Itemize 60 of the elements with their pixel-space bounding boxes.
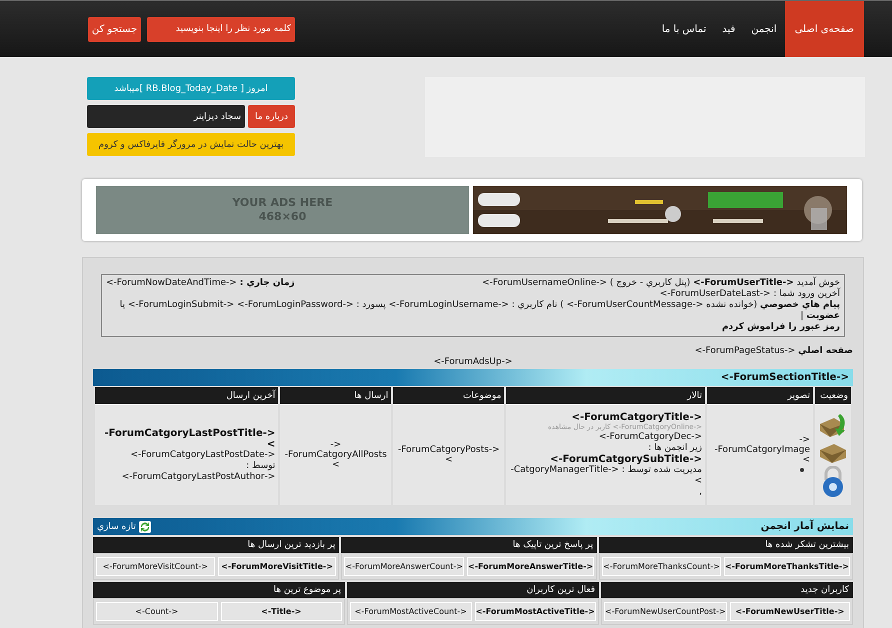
table-cell: <-Title-> (220, 602, 342, 621)
lock-icon (821, 466, 845, 498)
last-login-text: آخرین ورود شما : <-ForumUserDateLast-> (658, 289, 840, 300)
column-header: وضعیت (815, 387, 851, 404)
stats-header: پر پاسخ ترین تاپیک ها (341, 537, 598, 553)
column-header: تالار (506, 387, 705, 404)
table-cell: <-ForumMoreVisitTitle-> (218, 557, 336, 576)
manager-text: مدیریت شده توسط : <-CatgoryManagerTitle-> (510, 465, 702, 487)
about-button[interactable]: درباره ما (248, 105, 295, 128)
table-cell: <-ForumNewUserTitle-> (730, 602, 850, 621)
time-label: زمان جاري : (240, 278, 295, 288)
refresh-icon (138, 520, 151, 532)
table-cell: <-ForumCatgoryAllPosts-> (280, 404, 392, 505)
search-field[interactable]: کلمه مورد نظر را اینجا بنویسید (147, 16, 295, 42)
table-cell: <-ForumMoreVisitCount-> (96, 557, 215, 576)
section-title: <-ForumSectionTitle-> (93, 369, 853, 386)
forgot-password-link[interactable]: رمز عبور را فراموش کردم (106, 322, 840, 333)
column-header: ارسال ها (280, 387, 392, 404)
nav-tab[interactable]: تماس با ما (654, 1, 714, 57)
nav-tab[interactable]: صفحه‌ی اصلی (784, 1, 864, 57)
table-cell: <-ForumMoreThanksCount-> (602, 557, 721, 576)
login-line: پیام هاي خصوصي (خوانده نشده <-ForumUserCountMessage-> ) نام کاربري : <-ForumLoginUsername-> پسورد : <-ForumLoginSubmit-> <-ForumLoginPassword-> یا عضویت | (118, 300, 840, 322)
author-name: سجاد دیزاینر (87, 105, 245, 128)
last-post-title: <-ForumCatgoryLastPostTitle-> (103, 428, 276, 450)
column-header: آخرین ارسال (95, 387, 278, 404)
last-post-author: <-ForumCatgoryLastPostAuthor-> (120, 472, 276, 482)
nav-tab[interactable]: فید (714, 1, 744, 57)
table-cell: <-ForumNewUserCountPost-> (604, 602, 727, 621)
stats-header: بیشترین تشکر شده ها (599, 537, 853, 553)
stats-header: پر موضوع ترین ها (93, 582, 345, 598)
column-header: موضوعات (393, 387, 504, 404)
table-cell: <-ForumMoreAnswerCount-> (344, 557, 464, 576)
table-cell: <-Count-> (96, 602, 218, 621)
last-post-date: <-ForumCatgoryLastPostDate-> (130, 450, 276, 460)
column-header: تصویر (707, 387, 813, 404)
nav-tab[interactable]: انجمن (743, 1, 785, 57)
table-cell: <-ForumCatgoryPosts-> (393, 404, 504, 505)
separator-text: , (698, 487, 702, 498)
box-arrow-icon (818, 412, 848, 438)
table-cell: <-ForumMoreThanksTitle-> (724, 557, 850, 576)
table-cell: <-ForumMoreAnswerTitle-> (466, 557, 594, 576)
ads-placeholder-text: <-ForumAdsUp-> (434, 357, 512, 367)
bullet-icon (800, 468, 804, 472)
stats-header: فعال ترین کاربران (347, 582, 599, 598)
time-value: <-ForumNowDateAndTime-> (106, 278, 237, 288)
table-cell: <-ForumMostActiveCount-> (350, 602, 472, 621)
subforum-title: <-ForumCatgorySubTitle-> (549, 454, 702, 465)
stats-title: نمایش آمار انجمن (760, 521, 849, 532)
stats-header: کاربران جدید (601, 582, 853, 598)
search-button[interactable]: جستجو کن (88, 16, 141, 42)
stats-header: پر بازدید ترین ارسال ها (93, 537, 340, 553)
date-bar: امروز [ RB.Blog_Today_Date ]میباشد (87, 77, 295, 100)
by-label: توسط : (245, 460, 276, 472)
category-image-text: <-ForumCatgoryImage-> (713, 435, 810, 465)
category-title: <-ForumCatgoryTitle-> (570, 412, 702, 423)
refresh-button[interactable]: تازه سازي (97, 520, 151, 532)
browser-notice: بهترین حالت نمایش در مرورگر فایرفاکس و کروم (87, 133, 295, 156)
subforums-label: زیر انجمن ها : (647, 443, 702, 454)
category-description: <-ForumCatgoryDec-> (598, 432, 702, 443)
table-cell: <-ForumMostActiveTitle-> (474, 602, 596, 621)
